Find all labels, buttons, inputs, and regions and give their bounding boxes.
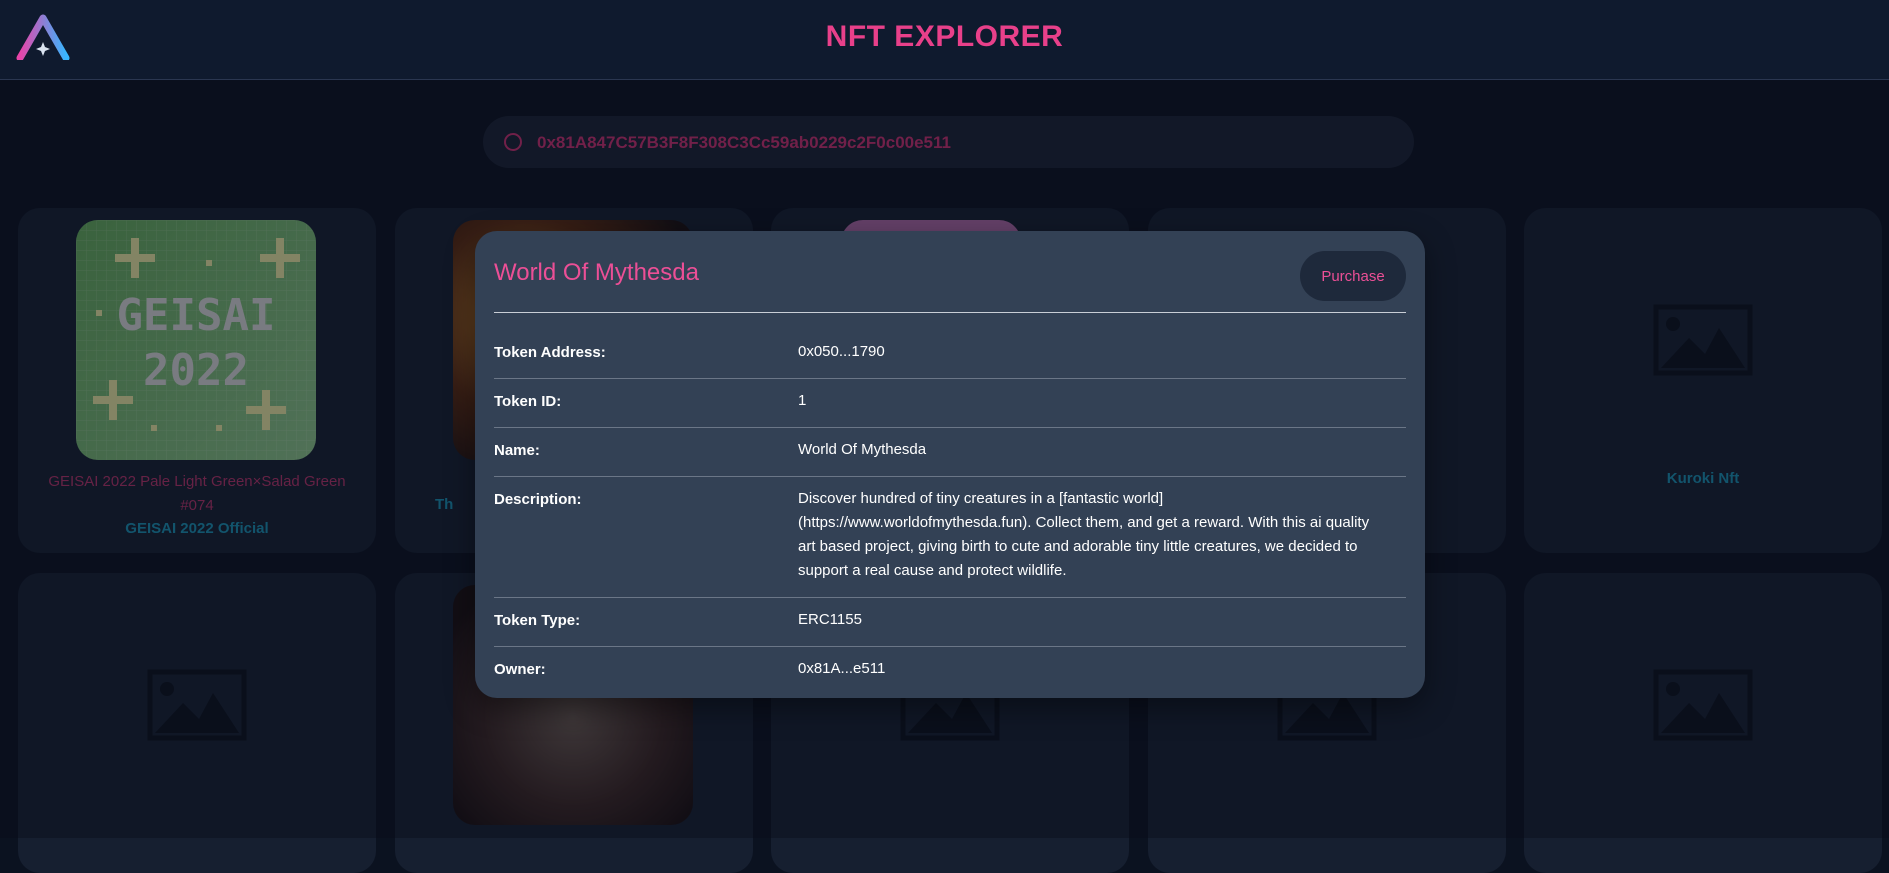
detail-label: Token Type: [494, 612, 581, 629]
detail-row-description: Description: Discover hundred of tiny cr… [494, 477, 1406, 598]
page-title: NFT EXPLORER [825, 20, 1064, 53]
detail-value: ERC1155 [798, 611, 862, 628]
detail-value: 0x050...1790 [798, 343, 885, 360]
detail-value: 1 [798, 392, 807, 409]
detail-row-token-type: Token Type: ERC1155 [494, 598, 1406, 647]
detail-value: World Of Mythesda [798, 441, 927, 458]
nft-detail-modal: World Of Mythesda Purchase Token Address… [475, 231, 1425, 698]
detail-label: Token Address: [494, 344, 606, 361]
detail-label: Owner: [494, 661, 546, 678]
detail-label: Name: [494, 442, 540, 459]
detail-label: Token ID: [494, 393, 562, 410]
detail-value: Discover hundred of tiny creatures in a … [798, 490, 1370, 579]
detail-row-owner: Owner: 0x81A...e511 [494, 647, 1406, 695]
detail-label: Description: [494, 491, 582, 508]
top-bar: NFT EXPLORER [0, 0, 1889, 80]
detail-row-name: Name: World Of Mythesda [494, 428, 1406, 477]
divider [494, 312, 1406, 313]
detail-value: 0x81A...e511 [798, 660, 886, 677]
modal-title: World Of Mythesda [494, 259, 699, 286]
detail-row-token-address: Token Address: 0x050...1790 [494, 332, 1406, 379]
detail-row-token-id: Token ID: 1 [494, 379, 1406, 428]
purchase-button[interactable]: Purchase [1300, 251, 1406, 301]
